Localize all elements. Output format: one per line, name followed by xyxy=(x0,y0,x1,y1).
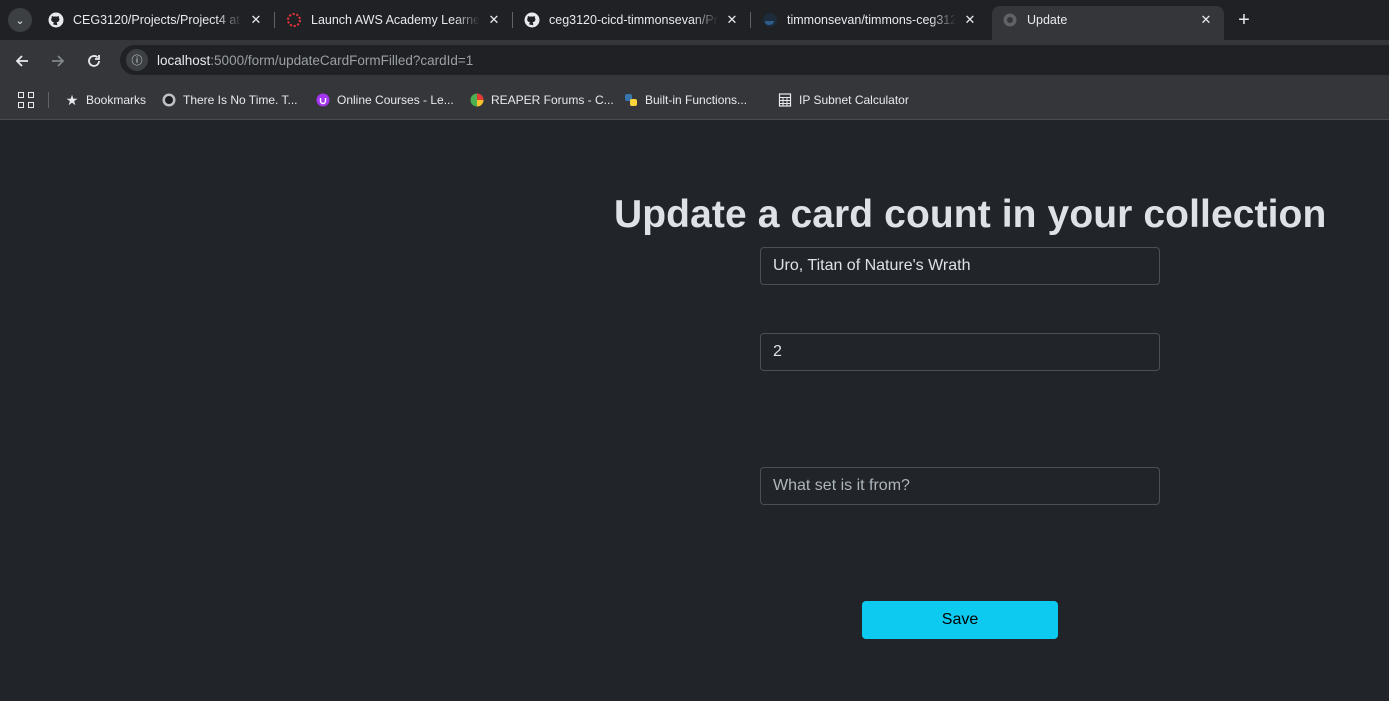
github-icon xyxy=(524,12,540,28)
tab-title: ceg3120-cicd-timmonsevan/Project xyxy=(549,13,718,27)
tab-strip: ⌄ CEG3120/Projects/Project4 at main ✕ La… xyxy=(0,0,1389,40)
address-bar[interactable]: ⓘ localhost:5000/form/updateCardFormFill… xyxy=(120,45,1389,75)
bookmark-label: Bookmarks xyxy=(86,93,147,107)
reload-button[interactable] xyxy=(81,48,107,74)
bookmark-folder-bookmarks[interactable]: ★ Bookmarks xyxy=(64,91,146,109)
page-content: Update a card count in your collection S… xyxy=(0,121,1389,701)
forward-button[interactable] xyxy=(45,48,71,74)
python-icon xyxy=(623,92,639,108)
card-set-input[interactable] xyxy=(760,467,1160,505)
close-icon[interactable]: ✕ xyxy=(724,12,740,28)
back-button[interactable] xyxy=(9,48,35,74)
bookmark-label: There Is No Time. T... xyxy=(183,93,298,107)
close-icon[interactable]: ✕ xyxy=(962,12,978,28)
back-arrow-icon xyxy=(15,55,28,67)
bookmark-label: IP Subnet Calculator xyxy=(799,93,909,107)
tab-separator xyxy=(750,12,751,28)
close-icon[interactable]: ✕ xyxy=(1198,12,1214,28)
url-text: localhost:5000/form/updateCardFormFilled… xyxy=(157,53,473,68)
tab-separator xyxy=(274,12,275,28)
tab-title: Launch AWS Academy Learner Lab xyxy=(311,13,480,27)
card-count-input[interactable] xyxy=(760,333,1160,371)
bookmark-ip-subnet-calculator[interactable]: IP Subnet Calculator xyxy=(777,91,909,109)
url-path: :5000/form/updateCardFormFilled?cardId=1 xyxy=(210,52,474,68)
loading-globe-icon xyxy=(1002,12,1018,28)
tab-title: CEG3120/Projects/Project4 at main xyxy=(73,13,242,27)
docker-icon xyxy=(762,12,778,28)
tab-separator xyxy=(512,12,513,28)
bookmark-there-is-no-time[interactable]: There Is No Time. T... xyxy=(161,91,297,109)
page-title: Update a card count in your collection xyxy=(614,193,1327,236)
github-icon xyxy=(48,12,64,28)
bookmark-python-builtins[interactable]: Built-in Functions... xyxy=(623,91,747,109)
close-icon[interactable]: ✕ xyxy=(486,12,502,28)
calculator-icon xyxy=(777,92,793,108)
card-name-input[interactable] xyxy=(760,247,1160,285)
forward-arrow-icon xyxy=(52,55,65,67)
tab-search-icon[interactable]: ⌄ xyxy=(8,8,32,32)
tab-title: Update xyxy=(1027,13,1068,27)
bookmarks-bar: ★ Bookmarks There Is No Time. T... Onlin… xyxy=(0,80,1389,120)
bookmark-label: Online Courses - Le... xyxy=(337,93,454,107)
reaper-icon xyxy=(469,92,485,108)
canvas-icon xyxy=(286,12,302,28)
browser-toolbar: ⓘ localhost:5000/form/updateCardFormFill… xyxy=(0,40,1389,80)
bookmark-label: REAPER Forums - C... xyxy=(491,93,614,107)
save-button[interactable]: Save xyxy=(862,601,1058,639)
apps-grid-icon[interactable] xyxy=(18,92,34,108)
udemy-icon xyxy=(315,92,331,108)
tab-ceg3120-cicd[interactable]: ceg3120-cicd-timmonsevan/Project ✕ xyxy=(514,6,750,34)
bookmark-label: Built-in Functions... xyxy=(645,93,748,107)
star-icon: ★ xyxy=(65,91,79,108)
tab-aws-academy[interactable]: Launch AWS Academy Learner Lab ✕ xyxy=(276,6,512,34)
tab-docker-hub[interactable]: timmonsevan/timmons-ceg3120 ✕ xyxy=(752,6,988,34)
close-icon[interactable]: ✕ xyxy=(248,12,264,28)
tab-update[interactable]: Update ✕ xyxy=(992,6,1224,40)
tab-project4[interactable]: CEG3120/Projects/Project4 at main ✕ xyxy=(38,6,274,34)
reload-icon xyxy=(88,55,100,67)
site-info-icon[interactable]: ⓘ xyxy=(126,49,148,71)
bookmark-reaper-forums[interactable]: REAPER Forums - C... xyxy=(469,91,614,109)
new-tab-button[interactable]: + xyxy=(1232,8,1256,32)
url-host: localhost xyxy=(157,52,211,68)
bookmarks-divider xyxy=(48,92,49,108)
site-icon xyxy=(161,92,177,108)
bookmark-udemy[interactable]: Online Courses - Le... xyxy=(315,91,454,109)
tab-title: timmonsevan/timmons-ceg3120 xyxy=(787,13,956,27)
